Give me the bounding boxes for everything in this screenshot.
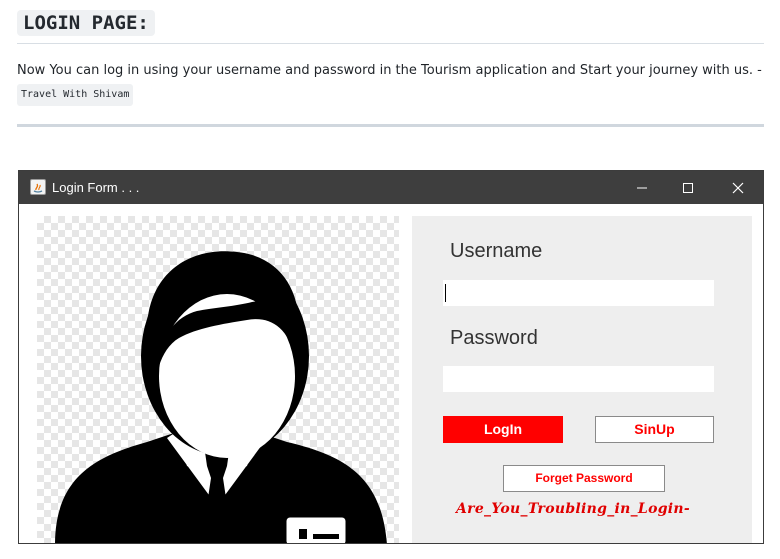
text-caret bbox=[445, 284, 446, 302]
intro-text: Now You can log in using your username a… bbox=[17, 63, 762, 78]
java-app-icon bbox=[30, 179, 46, 195]
login-trouble-text: Are_You_Troubling_in_Login- bbox=[456, 501, 691, 517]
minimize-icon bbox=[637, 187, 647, 189]
user-avatar-icon bbox=[55, 251, 387, 543]
signup-button[interactable]: SinUp bbox=[595, 416, 714, 443]
minimize-button[interactable] bbox=[619, 171, 665, 204]
password-label: Password bbox=[450, 327, 538, 349]
maximize-icon bbox=[683, 183, 693, 193]
close-icon bbox=[732, 182, 744, 194]
page-heading: LOGIN PAGE: bbox=[17, 10, 155, 36]
forget-password-button[interactable]: Forget Password bbox=[503, 465, 665, 492]
intro-paragraph: Now You can log in using your username a… bbox=[17, 62, 767, 106]
user-avatar-image bbox=[37, 216, 399, 543]
heading-divider bbox=[17, 43, 764, 44]
window-title: Login Form . . . bbox=[52, 180, 140, 195]
section-divider bbox=[17, 124, 764, 127]
window-titlebar[interactable]: Login Form . . . bbox=[19, 171, 763, 204]
window-client-area: Username Password LogIn SinUp Forget Pas… bbox=[19, 204, 763, 543]
signature-code: Travel With Shivam bbox=[17, 84, 134, 106]
login-panel: Username Password LogIn SinUp Forget Pas… bbox=[412, 216, 752, 543]
password-field[interactable] bbox=[443, 366, 714, 392]
username-field[interactable] bbox=[443, 280, 714, 306]
username-label: Username bbox=[450, 240, 543, 262]
maximize-button[interactable] bbox=[665, 171, 711, 204]
login-form-window: Login Form . . . Username Password LogIn… bbox=[18, 170, 764, 544]
close-button[interactable] bbox=[715, 171, 761, 204]
login-button[interactable]: LogIn bbox=[443, 416, 563, 443]
